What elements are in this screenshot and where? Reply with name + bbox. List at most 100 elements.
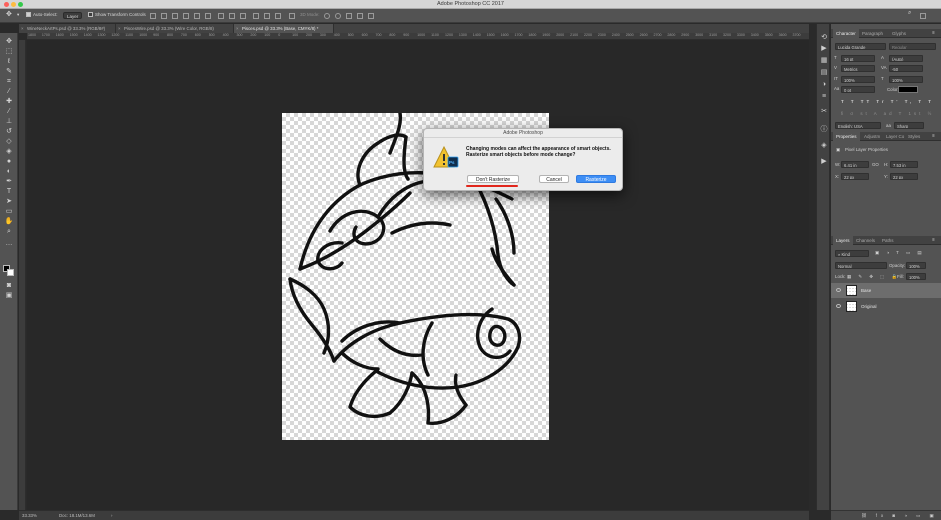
distribute-top-icon[interactable] (218, 13, 224, 19)
align-hcenter-icon[interactable] (194, 13, 200, 19)
dodge-tool-icon[interactable]: ◐ (4, 167, 14, 176)
tool-presets-panel-icon[interactable]: ✂ (820, 108, 828, 116)
paint-bucket-tool-icon[interactable]: ◈ (4, 147, 14, 156)
search-icon[interactable]: ⌕ (908, 10, 911, 17)
marquee-tool-icon[interactable]: ⬚ (4, 47, 14, 56)
blur-tool-icon[interactable]: ● (4, 157, 14, 166)
shape-tool-icon[interactable]: ▭ (4, 207, 14, 216)
y-input[interactable]: 22 px (890, 173, 918, 180)
layer-row[interactable]: Original (831, 299, 941, 314)
tool-preset-chevron-icon[interactable]: ▾ (17, 12, 19, 18)
info-panel-icon[interactable]: ⓘ (820, 126, 828, 134)
x-input[interactable]: 22 px (841, 173, 869, 180)
path-select-tool-icon[interactable]: ➤ (4, 197, 14, 206)
show-transform-checkbox[interactable]: Show Transform Controls (88, 12, 146, 18)
close-tab-icon[interactable]: × (118, 24, 121, 33)
crop-tool-icon[interactable]: ⌗ (4, 77, 14, 86)
align-right-icon[interactable] (205, 13, 211, 19)
text-style-buttons-icon[interactable]: T T TT Tr T' T, T T (841, 99, 934, 104)
tab-properties[interactable]: Properties (833, 132, 860, 141)
layer-row[interactable]: Base (831, 283, 941, 298)
pen-tool-icon[interactable]: ✒ (4, 177, 14, 186)
eyedropper-tool-icon[interactable]: ⁄ (4, 87, 14, 96)
baseline-shift-input[interactable]: 0 pt (841, 86, 875, 93)
vertical-scale-input[interactable]: 100% (841, 76, 875, 83)
background-color-swatch[interactable] (7, 269, 14, 276)
distribute-bottom-icon[interactable] (240, 13, 246, 19)
history-brush-tool-icon[interactable]: ↺ (4, 127, 14, 136)
link-dimensions-icon[interactable]: GO (872, 162, 879, 167)
layer-action-icons[interactable]: ⛓ fx ◙ ◑ ▭ ▣ 🗑 (861, 513, 941, 519)
status-menu-chevron-icon[interactable]: › (111, 513, 112, 518)
tab-paragraph[interactable]: Paragraph (859, 29, 886, 38)
eraser-tool-icon[interactable]: ◇ (4, 137, 14, 146)
move-tool-icon[interactable]: ✥ (4, 37, 14, 46)
cancel-button[interactable]: Cancel (539, 175, 569, 183)
actions-panel-icon[interactable]: ▶ (820, 45, 828, 53)
kerning-input[interactable]: Metrics (841, 65, 875, 72)
type-tool-icon[interactable]: T (4, 187, 14, 196)
panel-menu-icon[interactable]: ≡ (932, 237, 935, 242)
text-color-swatch[interactable] (898, 86, 918, 93)
panel-menu-icon[interactable]: ≡ (932, 30, 935, 35)
height-input[interactable]: 7.53 in (890, 161, 918, 168)
libraries-panel-icon[interactable]: ▤ (820, 69, 828, 77)
language-select[interactable]: English: USA (835, 122, 881, 129)
tab-pisceswire[interactable]: × PiscesWire.psd @ 33.3% (Wire Color, RGB… (116, 24, 234, 33)
tab-styles[interactable]: Styles (905, 132, 923, 141)
tab-channels[interactable]: Channels (853, 236, 878, 245)
lock-icons[interactable]: ▦ ✎ ✥ ⬚ 🔒 (847, 274, 900, 280)
layer-filter-select[interactable]: ⌕ Kind (835, 250, 869, 257)
history-panel-icon[interactable]: ⟲ (820, 34, 828, 42)
brushes-panel-icon[interactable]: ≡ (820, 93, 828, 101)
more-tools-icon[interactable]: … (4, 239, 14, 248)
tab-layer-comps[interactable]: Layer Co (883, 132, 907, 141)
3d-scale-icon[interactable] (368, 13, 374, 19)
width-input[interactable]: 6.41 in (841, 161, 869, 168)
timeline-panel-icon[interactable]: ▶ (820, 158, 828, 166)
tab-layers[interactable]: Layers (833, 236, 853, 245)
auto-select-checkbox[interactable]: Auto-Select: (26, 12, 58, 18)
panel-menu-icon[interactable]: ≡ (932, 133, 935, 138)
distribute-vcenter-icon[interactable] (229, 13, 235, 19)
tab-glyphs[interactable]: Glyphs (889, 29, 909, 38)
blend-mode-select[interactable]: Normal (835, 262, 887, 269)
adjustments-panel-icon[interactable]: ◑ (820, 81, 828, 89)
horizontal-scale-input[interactable]: 100% (889, 76, 923, 83)
distribute-left-icon[interactable] (253, 13, 259, 19)
close-tab-icon[interactable]: × (236, 24, 239, 33)
font-family-select[interactable]: Lucida Grande (835, 43, 886, 50)
align-left-icon[interactable] (183, 13, 189, 19)
leading-input[interactable]: (Auto) (889, 55, 923, 62)
antialias-select[interactable]: Sharp (894, 122, 924, 129)
3d-rotate-icon[interactable] (324, 13, 330, 19)
workspace-icon[interactable] (920, 13, 926, 19)
fill-input[interactable]: 100% (906, 273, 926, 280)
3d-roll-icon[interactable] (335, 13, 341, 19)
screen-mode-icon[interactable]: ▣ (4, 291, 14, 300)
visibility-eye-icon[interactable] (836, 288, 841, 292)
swatches-panel-icon[interactable]: ▦ (820, 57, 828, 65)
font-size-input[interactable]: 16 pt (841, 55, 875, 62)
quick-select-tool-icon[interactable]: ✎ (4, 67, 14, 76)
filter-type-icons[interactable]: ▣ ◑ T ▭ ▤ (875, 250, 925, 256)
opacity-input[interactable]: 100% (906, 262, 926, 269)
auto-select-dropdown[interactable]: Layer (63, 12, 83, 19)
tab-character[interactable]: Character (833, 29, 859, 38)
quick-mask-icon[interactable]: ◙ (4, 281, 14, 290)
hand-tool-icon[interactable]: ✋ (4, 217, 14, 226)
3d-pan-icon[interactable] (346, 13, 352, 19)
healing-brush-tool-icon[interactable]: ✚ (4, 97, 14, 106)
3d-slide-icon[interactable] (357, 13, 363, 19)
opentype-buttons-icon[interactable]: ﬁ σ st A ad T 1st ½ (841, 111, 934, 116)
brush-tool-icon[interactable]: ⁄ (4, 107, 14, 116)
tab-adjustments[interactable]: Adjustm (861, 132, 883, 141)
tab-wineneckartps[interactable]: × WineNeckArtPs.psd @ 33.3% (RGB/8#) (19, 24, 116, 33)
tab-pisces[interactable]: × Pisces.psd @ 33.3% (Base, CMYK/8) * (234, 24, 334, 33)
3d-panel-icon[interactable]: ◈ (820, 142, 828, 150)
move-tool-icon[interactable]: ✥ (6, 10, 12, 18)
distribute-right-icon[interactable] (275, 13, 281, 19)
tracking-input[interactable]: -50 (889, 65, 923, 72)
lasso-tool-icon[interactable]: ℓ (4, 57, 14, 66)
clone-stamp-tool-icon[interactable]: ⊥ (4, 117, 14, 126)
